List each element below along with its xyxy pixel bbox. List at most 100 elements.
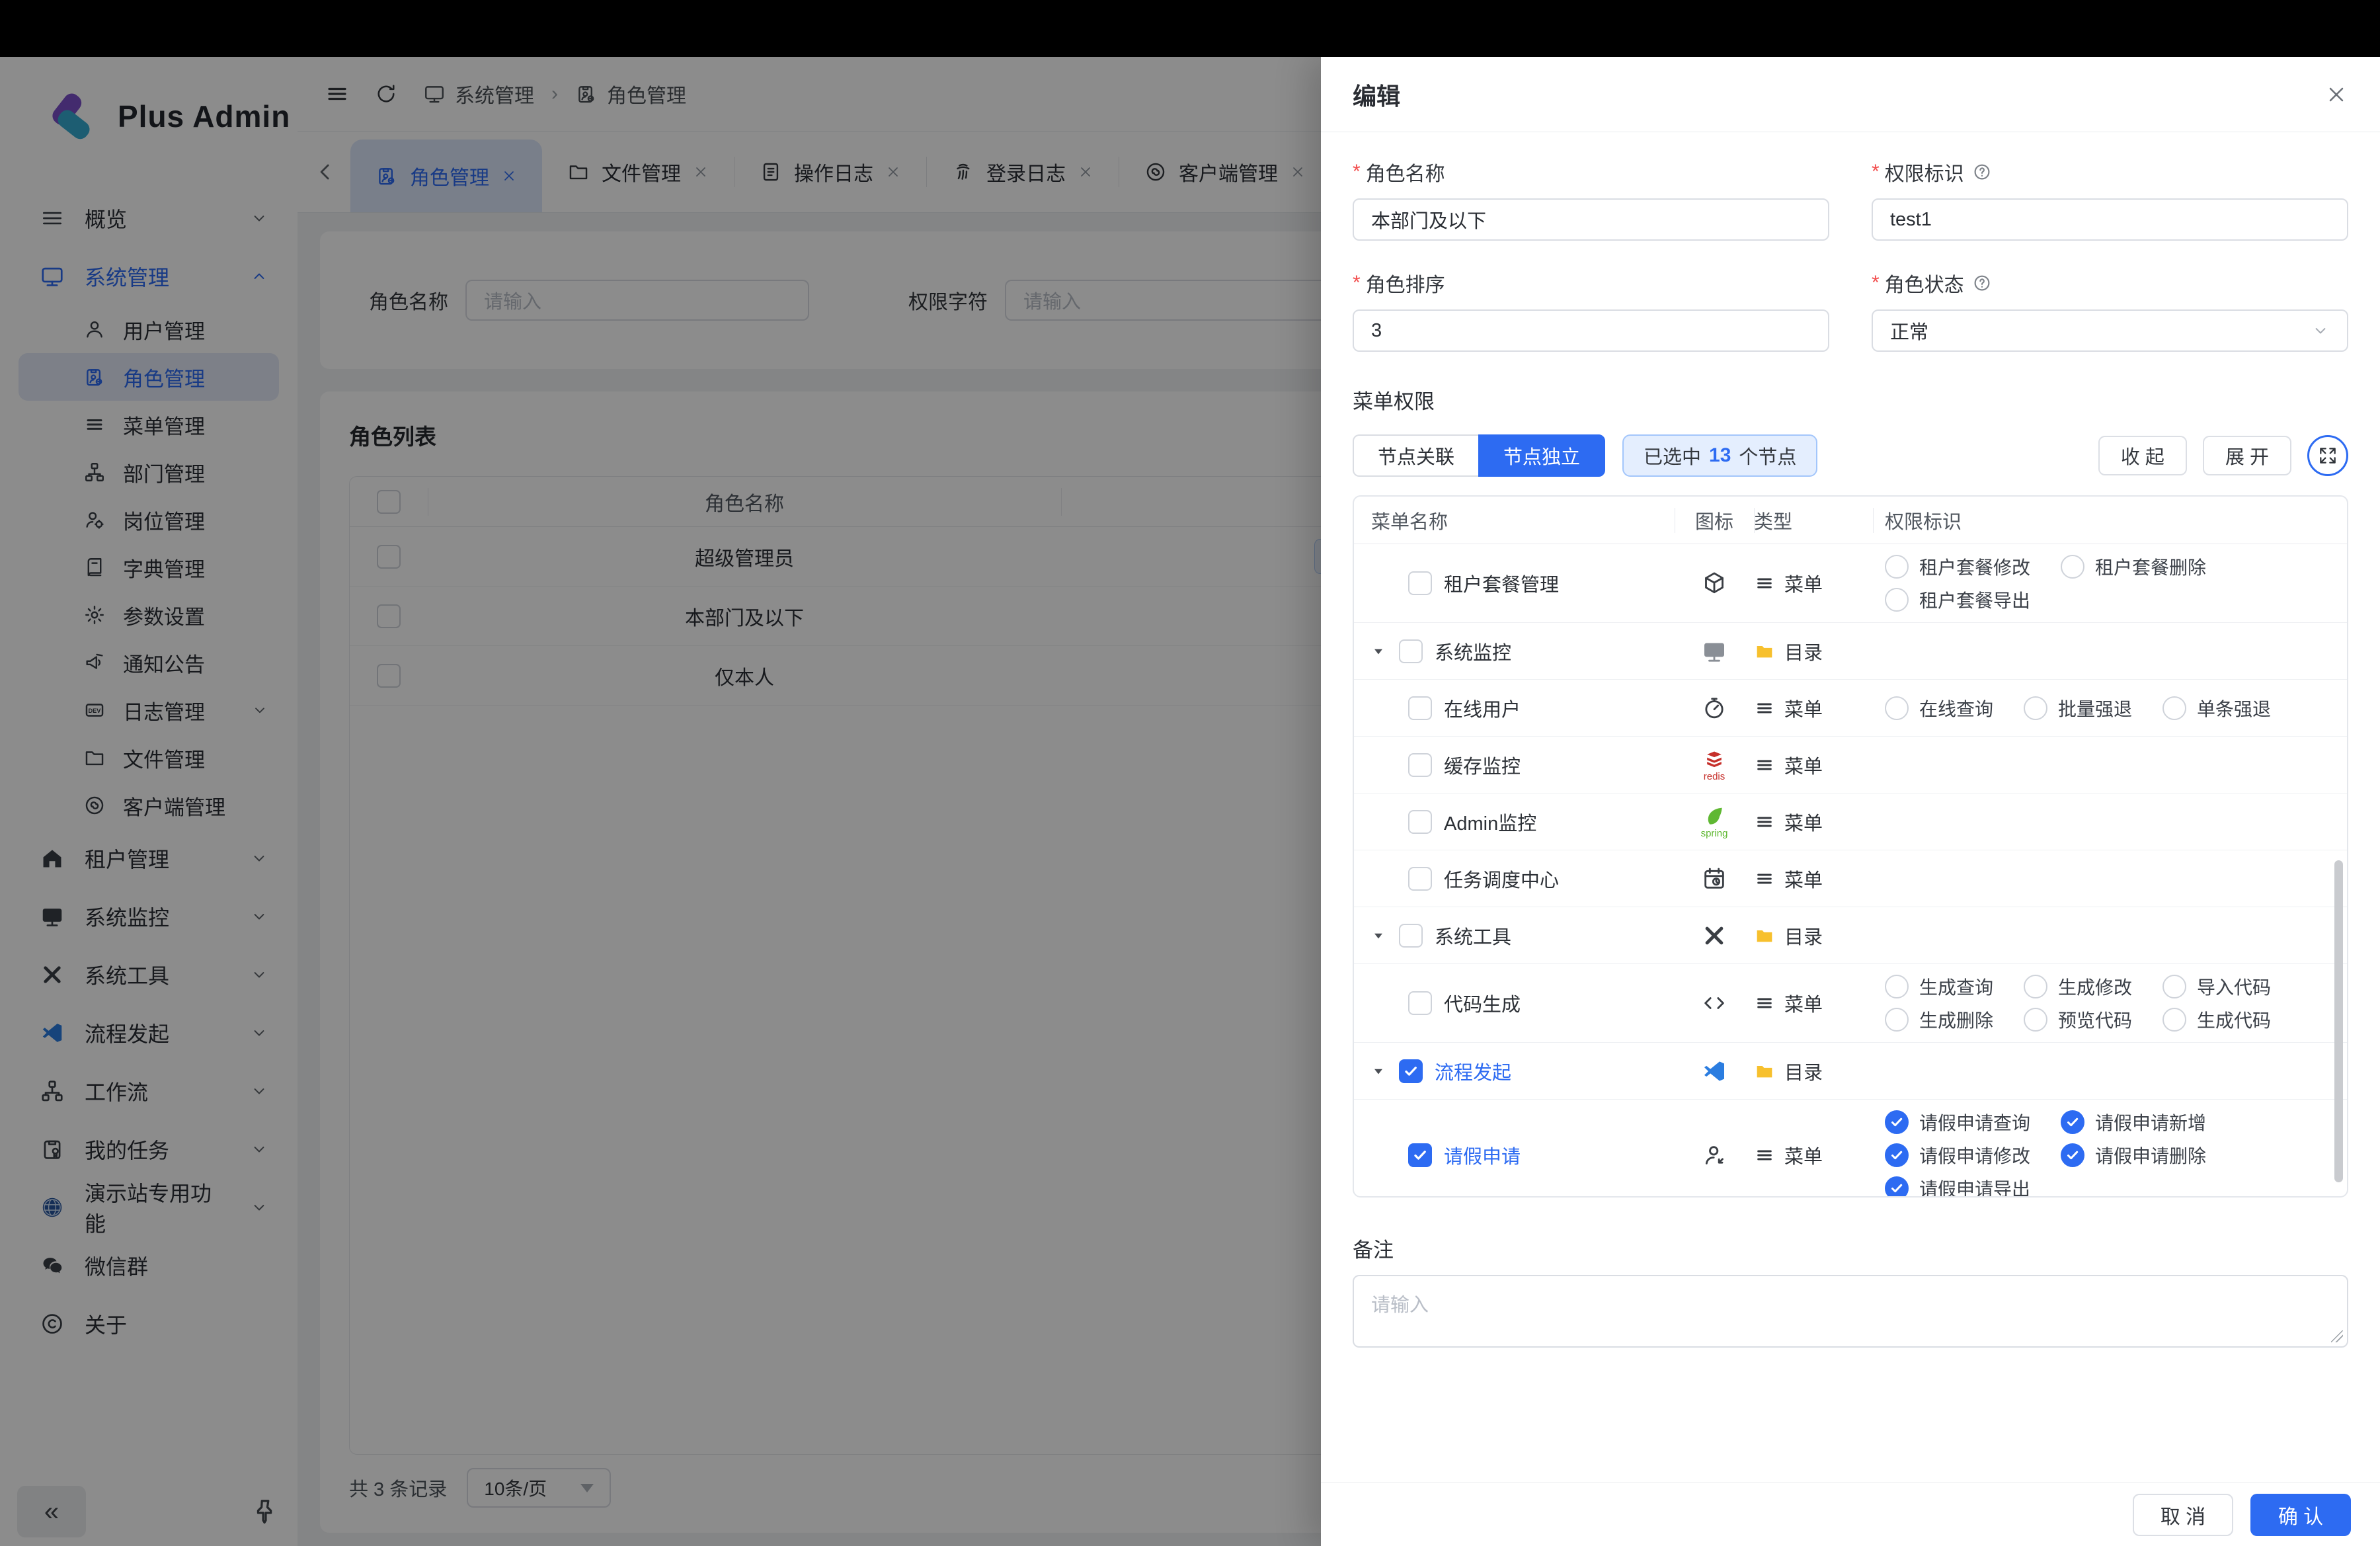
menu-permission-tree: 菜单名称图标类型权限标识 租户套餐管理菜单租户套餐修改租户套餐删除租户套餐导出系… [1353, 495, 2348, 1198]
perm-label: 导入代码 [2197, 973, 2271, 1000]
role-name-input[interactable]: 本部门及以下 [1353, 198, 1829, 241]
perm-checkbox[interactable] [1885, 696, 1909, 720]
perm-option-预览代码[interactable]: 预览代码 [2024, 1006, 2132, 1033]
close-icon[interactable] [2324, 83, 2348, 106]
tree-col-权限标识: 权限标识 [1873, 507, 2347, 534]
perm-label: 租户套餐导出 [1919, 587, 2030, 613]
perm-option-导入代码[interactable]: 导入代码 [2162, 973, 2271, 1000]
tree-checkbox[interactable] [1408, 1143, 1432, 1167]
perm-checkbox[interactable] [2061, 1110, 2084, 1134]
perm-option-生成代码[interactable]: 生成代码 [2162, 1006, 2271, 1033]
tree-node-label: 在线用户 [1444, 694, 1521, 722]
tree-row-系统监控: 系统监控目录 [1354, 623, 2347, 680]
perm-option-在线查询[interactable]: 在线查询 [1885, 695, 1993, 721]
perm-label: 批量强退 [2058, 695, 2132, 721]
perm-checkbox[interactable] [2162, 1008, 2186, 1032]
tree-col-图标: 图标 [1675, 507, 1754, 534]
perm-label: 生成查询 [1919, 973, 1993, 1000]
tree-checkbox[interactable] [1399, 1059, 1423, 1083]
perm-checkbox[interactable] [2162, 696, 2186, 720]
expand-all-button[interactable]: 展 开 [2203, 436, 2291, 475]
role-status-select[interactable]: 正常 [1872, 309, 2348, 352]
role-sort-label: 角色排序 [1366, 268, 1445, 298]
role-name-label: 角色名称 [1366, 157, 1445, 186]
perm-checkbox[interactable] [1885, 588, 1909, 612]
perm-flag-input[interactable]: test1 [1872, 198, 2348, 241]
perm-option-生成修改[interactable]: 生成修改 [2024, 973, 2132, 1000]
perm-checkbox[interactable] [2162, 975, 2186, 998]
fullscreen-button[interactable] [2307, 435, 2348, 476]
perm-checkbox[interactable] [1885, 975, 1909, 998]
fullscreen-icon [2317, 445, 2338, 466]
required-asterisk: * [1353, 272, 1361, 294]
segment-节点独立[interactable]: 节点独立 [1478, 434, 1605, 477]
selected-count-chip[interactable]: 已选中 13 个节点 [1622, 434, 1817, 477]
tree-node-label: 缓存监控 [1444, 751, 1521, 779]
collapse-all-button[interactable]: 收 起 [2098, 436, 2187, 475]
cancel-button[interactable]: 取 消 [2133, 1494, 2233, 1536]
tree-col-类型: 类型 [1754, 507, 1873, 534]
tree-checkbox[interactable] [1408, 571, 1432, 595]
perm-option-请假申请修改[interactable]: 请假申请修改 [1885, 1142, 2030, 1168]
perm-checkbox[interactable] [1885, 1008, 1909, 1032]
perm-option-请假申请新增[interactable]: 请假申请新增 [2061, 1109, 2206, 1135]
tree-checkbox[interactable] [1408, 696, 1432, 720]
perm-checkbox[interactable] [1885, 555, 1909, 579]
tree-node-label: 请假申请 [1444, 1141, 1521, 1169]
help-icon[interactable] [1972, 273, 1992, 293]
perm-checkbox[interactable] [2024, 975, 2047, 998]
perm-checkbox[interactable] [1885, 1176, 1909, 1198]
menu-type-icon [1754, 811, 1775, 833]
perm-option-单条强退[interactable]: 单条强退 [2162, 695, 2271, 721]
perm-checkbox[interactable] [2024, 1008, 2047, 1032]
perm-option-生成查询[interactable]: 生成查询 [1885, 973, 1993, 1000]
perm-checkbox[interactable] [2061, 1143, 2084, 1167]
tree-checkbox[interactable] [1408, 810, 1432, 834]
tree-checkbox[interactable] [1399, 639, 1423, 663]
tree-checkbox[interactable] [1399, 924, 1423, 948]
drawer-title: 编辑 [1353, 77, 1400, 112]
perm-checkbox[interactable] [2024, 696, 2047, 720]
tree-row-在线用户: 在线用户 菜单 在线查询 批量强退 单条强退 [1354, 680, 2347, 737]
note-label: 备注 [1353, 1233, 2348, 1263]
role-status-value: 正常 [1890, 317, 1928, 345]
expand-caret-icon[interactable] [1370, 643, 1387, 660]
tree-checkbox[interactable] [1408, 991, 1432, 1015]
perm-option-批量强退[interactable]: 批量强退 [2024, 695, 2132, 721]
type-label: 菜单 [1784, 694, 1823, 722]
expand-caret-icon[interactable] [1370, 1063, 1387, 1080]
perm-option-生成删除[interactable]: 生成删除 [1885, 1006, 1993, 1033]
role-status-label: 角色状态 [1885, 268, 1964, 298]
tree-checkbox[interactable] [1408, 753, 1432, 777]
help-icon[interactable] [1972, 162, 1992, 182]
schedule-icon [1701, 866, 1727, 892]
confirm-button[interactable]: 确 认 [2250, 1494, 2351, 1536]
note-textarea[interactable]: 请输入 [1353, 1275, 2348, 1348]
menu-type-icon [1754, 754, 1775, 776]
folder-icon [1754, 925, 1775, 946]
tree-header: 菜单名称图标类型权限标识 [1354, 497, 2347, 544]
perm-option-租户套餐修改[interactable]: 租户套餐修改 [1885, 553, 2030, 580]
chip-suffix: 个节点 [1739, 442, 1796, 469]
role-sort-input[interactable]: 3 [1353, 309, 1829, 352]
perm-checkbox[interactable] [1885, 1110, 1909, 1134]
type-label: 目录 [1784, 637, 1823, 665]
toolsX-icon [1701, 922, 1727, 949]
tree-checkbox[interactable] [1408, 867, 1432, 891]
segment-节点关联[interactable]: 节点关联 [1353, 434, 1478, 477]
perm-option-请假申请查询[interactable]: 请假申请查询 [1885, 1109, 2030, 1135]
perm-label: 租户套餐删除 [2095, 553, 2206, 580]
type-label: 菜单 [1784, 865, 1823, 893]
perm-option-租户套餐导出[interactable]: 租户套餐导出 [1885, 587, 2030, 613]
expand-caret-icon[interactable] [1370, 927, 1387, 944]
perm-option-请假申请导出[interactable]: 请假申请导出 [1885, 1175, 2030, 1198]
tree-scrollbar[interactable] [2334, 860, 2343, 1182]
type-label: 菜单 [1784, 569, 1823, 597]
perm-checkbox[interactable] [1885, 1143, 1909, 1167]
menu-type-icon [1754, 698, 1775, 719]
perm-option-租户套餐删除[interactable]: 租户套餐删除 [2061, 553, 2206, 580]
perm-label: 租户套餐修改 [1919, 553, 2030, 580]
field-role-sort: *角色排序 3 [1353, 268, 1829, 352]
perm-option-请假申请删除[interactable]: 请假申请删除 [2061, 1142, 2206, 1168]
perm-checkbox[interactable] [2061, 555, 2084, 579]
